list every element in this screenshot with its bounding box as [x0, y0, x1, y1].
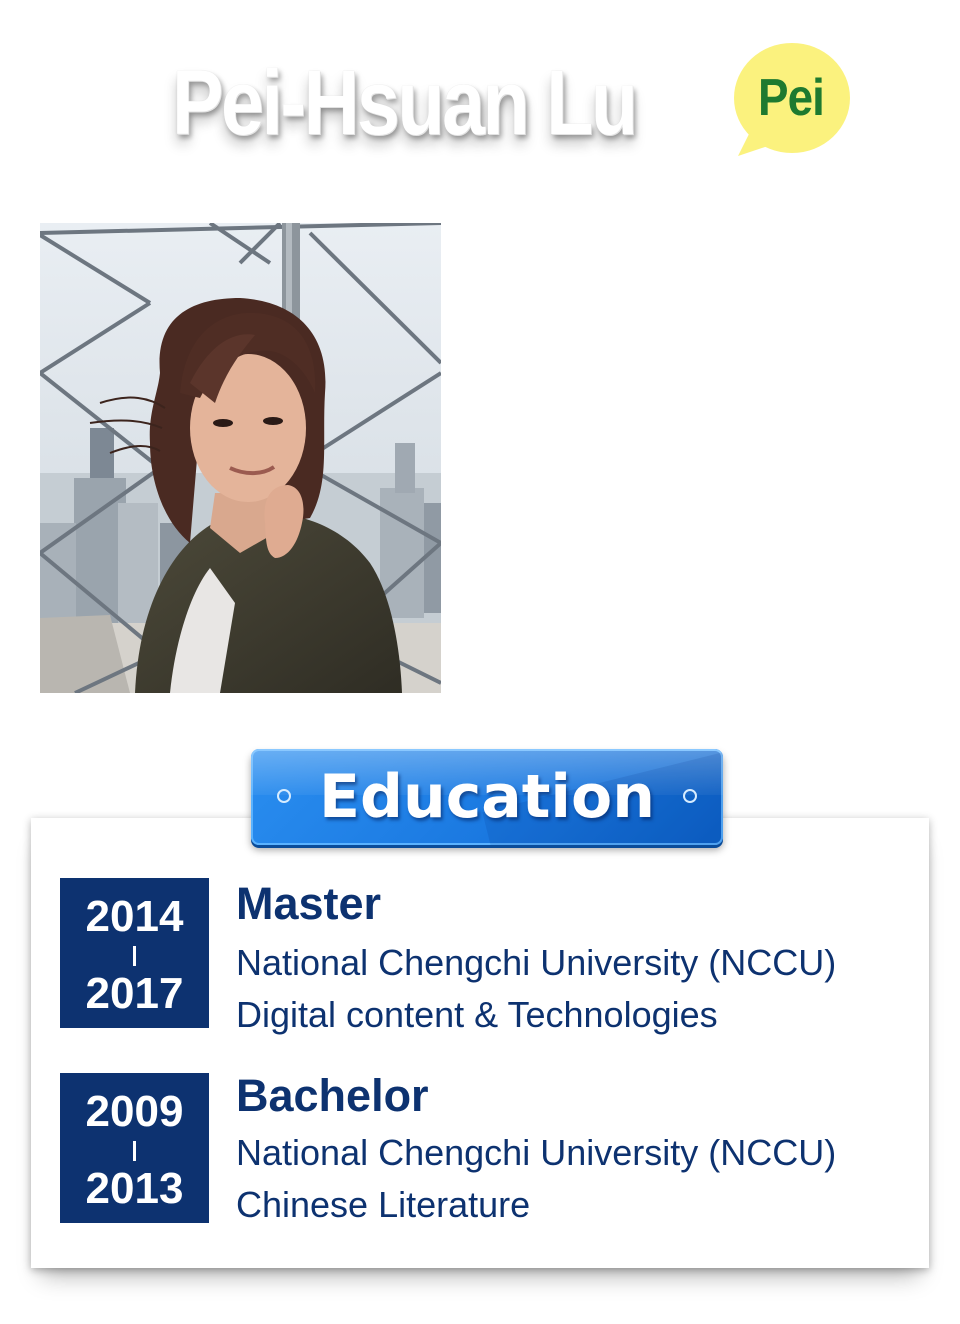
person-photo-icon	[40, 223, 441, 693]
year-separator	[133, 1141, 136, 1161]
year-range-badge: 2009 2013	[60, 1073, 209, 1223]
school-name: National Chengchi University (NCCU)	[236, 1132, 837, 1173]
degree-title: Bachelor	[236, 1070, 429, 1121]
page-title: Pei-Hsuan Lu	[172, 52, 638, 154]
end-year: 2013	[85, 1164, 184, 1213]
field-of-study: Chinese Literature	[236, 1184, 531, 1225]
degree-title: Master	[236, 878, 382, 929]
year-range-badge: 2014 2017	[60, 878, 209, 1028]
start-year: 2009	[85, 1087, 184, 1136]
banner-dot-right-icon	[683, 789, 697, 803]
start-year: 2014	[85, 892, 184, 941]
education-banner: Education	[251, 749, 723, 845]
education-heading: Education	[319, 762, 655, 832]
field-of-study: Digital content & Technologies	[236, 994, 718, 1035]
nickname-label: Pei	[757, 69, 825, 127]
end-year: 2017	[85, 969, 184, 1018]
year-separator	[133, 946, 136, 966]
nickname-speech-bubble: Pei	[732, 40, 850, 158]
profile-photo	[40, 223, 441, 693]
school-name: National Chengchi University (NCCU)	[236, 942, 837, 983]
